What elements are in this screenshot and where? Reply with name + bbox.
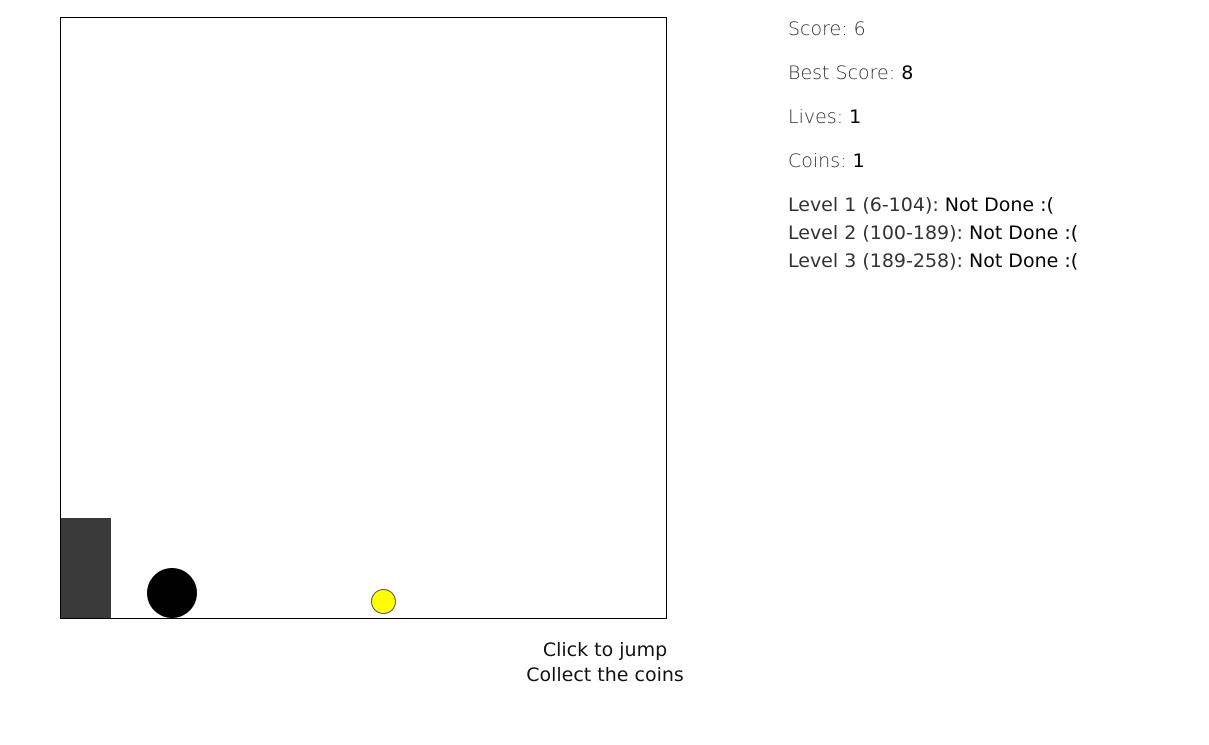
instruction-jump: Click to jump	[542, 639, 668, 661]
level-label: Level 3 (189-258):	[788, 250, 969, 272]
game-page: Click to jump Collect the coins Score: 6…	[0, 0, 1209, 745]
best-score-value: 8	[901, 62, 914, 84]
lives-line: Lives: 1	[788, 105, 1188, 130]
level-item: Level 2 (100-189): Not Done :(	[788, 219, 1188, 247]
score-value: 6	[853, 18, 866, 40]
instruction-collect: Collect the coins	[526, 664, 684, 686]
level-list: Level 1 (6-104): Not Done :( Level 2 (10…	[788, 191, 1188, 275]
coins-label: Coins:	[788, 150, 853, 172]
best-score-line: Best Score: 8	[788, 61, 1188, 86]
instructions: Click to jump Collect the coins	[490, 638, 720, 688]
level-status: Not Done :(	[944, 194, 1054, 216]
level-item: Level 1 (6-104): Not Done :(	[788, 191, 1188, 219]
level-status: Not Done :(	[968, 222, 1079, 244]
coins-value: 1	[852, 150, 865, 172]
level-status: Not Done :(	[968, 250, 1079, 272]
score-label: Score:	[788, 18, 854, 40]
level-label: Level 1 (6-104):	[788, 194, 945, 216]
level-item: Level 3 (189-258): Not Done :(	[788, 247, 1188, 275]
level-label: Level 2 (100-189):	[788, 222, 969, 244]
coin	[371, 589, 396, 614]
player-ball	[147, 568, 197, 618]
coins-line: Coins: 1	[788, 149, 1188, 174]
game-canvas[interactable]	[60, 17, 667, 619]
lives-value: 1	[849, 106, 862, 128]
stats-panel: Score: 6 Best Score: 8 Lives: 1 Coins: 1…	[788, 17, 1188, 275]
lives-label: Lives:	[788, 106, 850, 128]
best-score-label: Best Score:	[788, 62, 902, 84]
score-line: Score: 6	[788, 17, 1188, 42]
obstacle-block	[61, 518, 111, 618]
